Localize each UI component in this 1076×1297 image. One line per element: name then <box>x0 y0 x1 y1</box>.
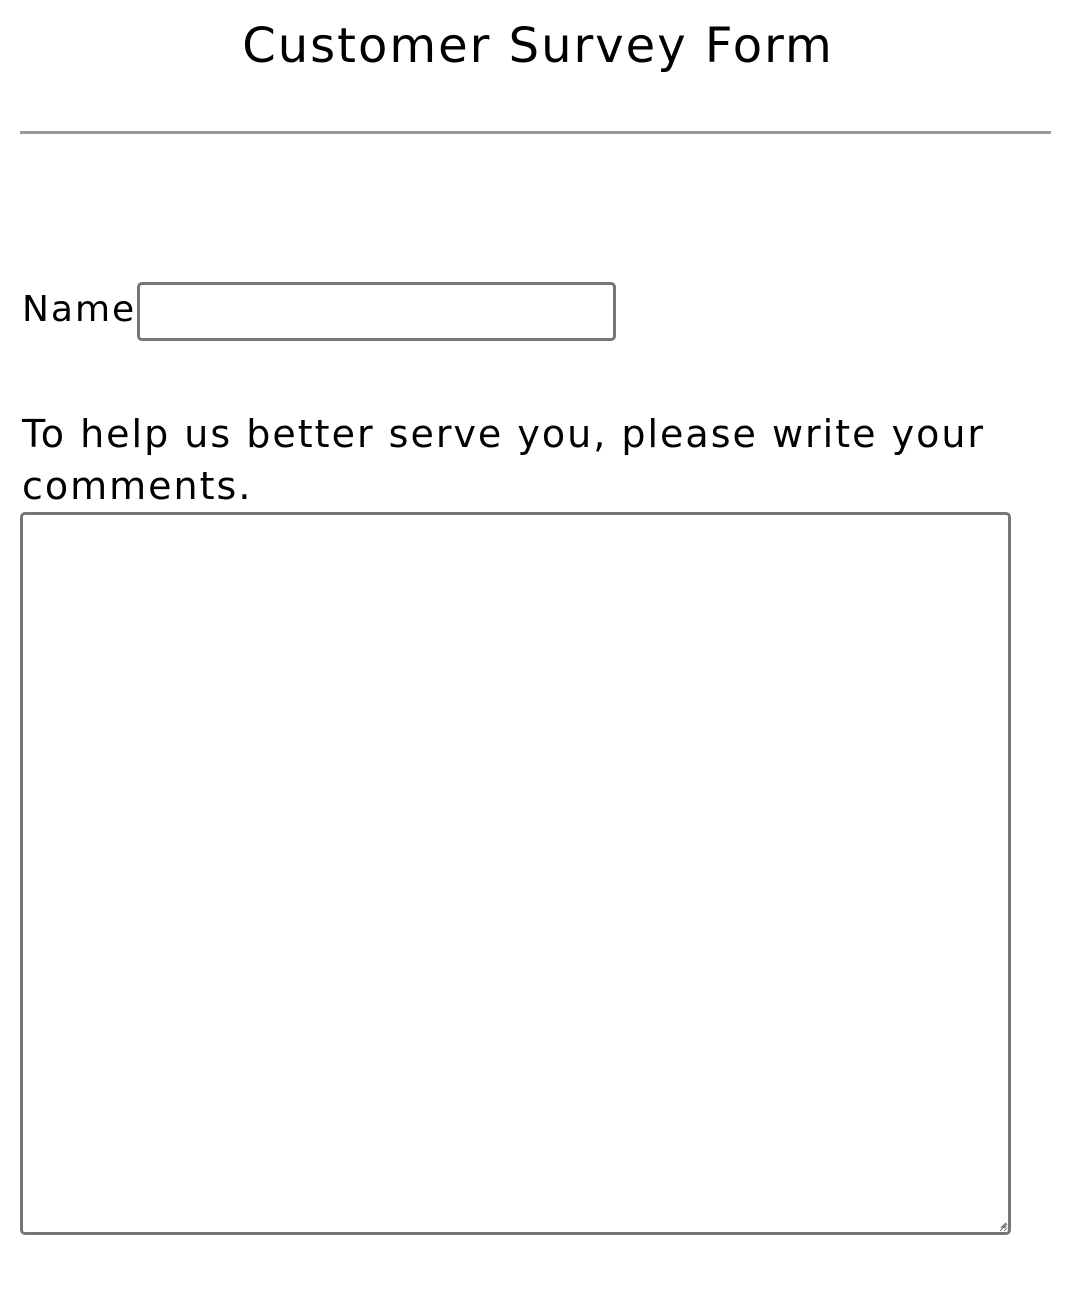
comments-textarea[interactable] <box>20 512 1011 1235</box>
page-title: Customer Survey Form <box>242 18 834 74</box>
comments-label: To help us better serve you, please writ… <box>22 412 986 508</box>
title-divider <box>20 131 1051 134</box>
name-label: Name <box>22 289 137 330</box>
name-input[interactable] <box>137 282 616 341</box>
